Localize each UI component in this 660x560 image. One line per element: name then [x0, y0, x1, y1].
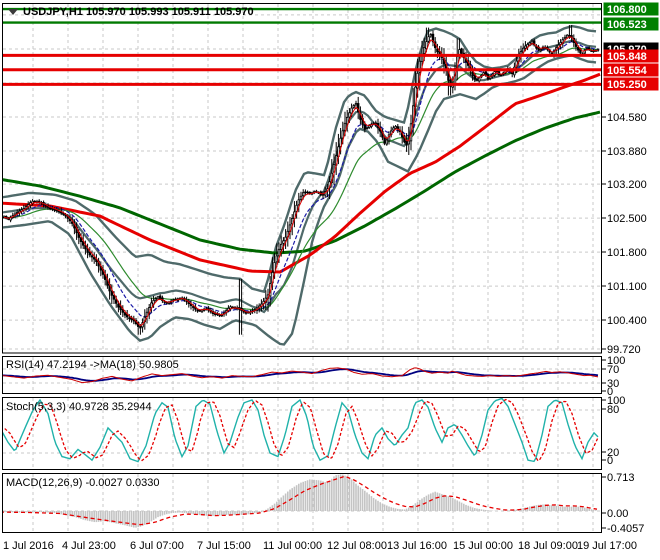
candle-body [115, 299, 118, 304]
stoch-axis-label: 80 [607, 404, 619, 416]
candle-body [218, 314, 221, 317]
candle-body [345, 117, 349, 125]
price-axis[interactable]: 104.580 103.880 103.200 102.500 101.800 101.1… [601, 2, 659, 536]
time-axis[interactable]: 1 Jul 2016 4 Jul 23:00 6 Jul 07:00 7 Jul 15… [3, 540, 637, 552]
candle-body [343, 122, 347, 131]
time-axis-label[interactable]: 19 Jul 17:00 [577, 540, 637, 552]
candle-body [475, 78, 479, 81]
candle-body [306, 191, 309, 194]
candle-body [90, 255, 94, 258]
candle-body [383, 137, 386, 144]
price-axis-label: 101.800 [607, 247, 647, 259]
candle-body [282, 240, 285, 244]
candle-body [539, 49, 543, 52]
price-axis-label: 104.580 [607, 112, 647, 124]
candle-body [301, 192, 305, 197]
price-badge-label: 105.848 [607, 51, 647, 63]
candle-body [117, 303, 120, 308]
chart-title-ohlc: 105.970 105.993 105.911 105.970 [86, 6, 254, 18]
candle-body [49, 207, 52, 210]
time-axis-label[interactable]: 1 Jul 2016 [3, 540, 54, 552]
price-axis-label: 103.200 [607, 179, 647, 191]
price-badge-label: 105.250 [607, 79, 647, 91]
candle-body [110, 290, 114, 296]
time-axis-label[interactable]: 4 Jul 23:00 [62, 540, 116, 552]
candle-body [354, 103, 358, 106]
candle-body [350, 107, 353, 114]
price-axis-label: 100.400 [607, 315, 647, 327]
candle-body [365, 127, 369, 129]
rsi-indicator-label: RSI(14) 47.2194 ->MA(18) 50.9805 [6, 359, 179, 371]
chart-canvas[interactable]: 104.580 103.880 103.200 102.500 101.800 101.1… [0, 0, 660, 560]
candle-body [524, 45, 527, 49]
candle-body [53, 209, 56, 211]
candle-body [427, 36, 430, 42]
macd-axis-label: 0.00 [607, 508, 628, 520]
candle-body [156, 296, 160, 300]
candle-body [277, 248, 281, 257]
candle-body [429, 34, 433, 37]
time-axis-label[interactable]: 18 Jul 09:00 [518, 540, 578, 552]
price-badge-label: 105.554 [607, 65, 648, 77]
candle-body [577, 47, 580, 51]
macd-indicator-label: MACD(12,26,9) -0.0027 0.0330 [6, 477, 159, 489]
macd-axis-label: 0.713 [607, 472, 635, 484]
candle-body [123, 312, 127, 316]
candle-body [499, 74, 503, 77]
macd-axis-label: -0.4057 [607, 523, 644, 535]
candle-body [563, 36, 567, 40]
candle-body [128, 317, 131, 320]
candle-body [304, 191, 307, 194]
candle-body [477, 77, 481, 82]
time-axis-label[interactable]: 11 Jul 00:00 [263, 540, 322, 552]
chart-title-symbol: USDJPY,H1 [23, 6, 83, 18]
candle-body [471, 71, 474, 77]
price-axis-label: 102.500 [607, 213, 647, 225]
candle-body [460, 48, 463, 54]
candle-body [139, 326, 142, 329]
candle-body [154, 298, 158, 301]
candle-body [405, 140, 408, 146]
candle-body [321, 193, 325, 196]
time-axis-label[interactable]: 13 Jul 16:00 [387, 540, 447, 552]
candle-body [385, 139, 389, 145]
candle-body [422, 47, 426, 54]
price-axis-label: 101.100 [607, 281, 647, 293]
time-axis-label[interactable]: 12 Jul 08:00 [327, 540, 387, 552]
rsi-axis-label: 70 [607, 364, 619, 376]
stoch-indicator-label: Stoch(5,3,3) 40.9728 35.2944 [6, 401, 152, 413]
candle-body [352, 105, 356, 108]
candle-body [392, 127, 395, 131]
price-axis-label: 103.880 [607, 146, 647, 158]
candle-body [568, 34, 571, 37]
candle-body [112, 294, 116, 300]
candle-body [158, 295, 162, 300]
candle-body [279, 243, 283, 250]
trading-chart-window: 104.580 103.880 103.200 102.500 101.800 101.1… [0, 0, 660, 560]
time-axis-label[interactable]: 15 Jul 00:00 [453, 540, 513, 552]
candle-body [7, 218, 10, 220]
candle-body [363, 124, 367, 130]
candle-body [93, 257, 96, 260]
candle-body [275, 255, 279, 263]
candle-body [348, 112, 351, 118]
candle-body [394, 126, 397, 129]
candle-body [198, 309, 202, 312]
candle-body [196, 309, 199, 312]
price-badge-label: 106.523 [607, 19, 647, 31]
time-axis-label[interactable]: 6 Jul 07:00 [130, 540, 184, 552]
time-axis-label[interactable]: 7 Jul 15:00 [197, 540, 251, 552]
price-badge-label: 106.800 [607, 4, 647, 16]
candle-body [62, 213, 65, 215]
candle-body [407, 140, 411, 145]
candle-body [425, 41, 428, 49]
candle-body [191, 306, 195, 308]
candle-body [299, 195, 303, 200]
candle-body [436, 48, 439, 53]
candle-body [297, 199, 301, 206]
stoch-axis-label: 0 [607, 455, 613, 467]
